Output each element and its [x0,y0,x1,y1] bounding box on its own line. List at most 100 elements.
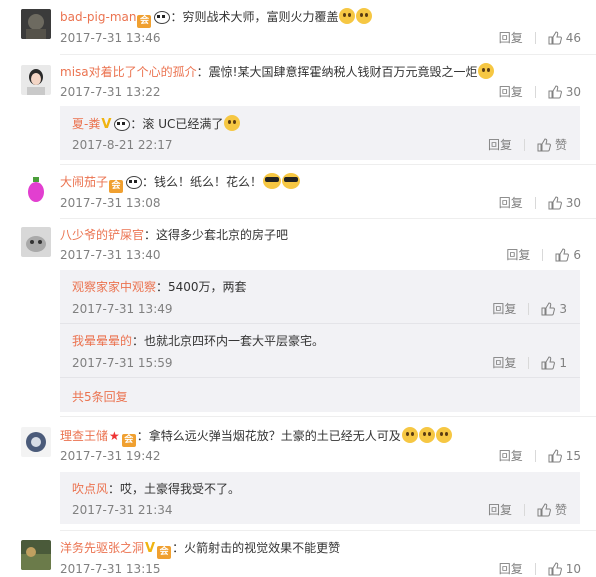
like-button[interactable]: 3 [541,301,567,317]
divider [534,450,536,462]
comment-author[interactable]: 八少爷的铲屎官 [60,228,144,242]
divider [60,54,596,55]
divider [523,504,525,516]
reply-button[interactable]: 回复 [499,561,523,577]
vip-badge-icon: 会 [121,434,136,447]
panda-emoji-icon [125,174,143,189]
comment-text: ：震惊!某大国肆意挥霍纳税人钱财百万元竟毁之一炬 [196,65,478,79]
sunglasses-emoji-icon [263,173,282,189]
like-button[interactable]: 30 [548,84,581,100]
smile-emoji-icon [478,63,495,79]
panda-emoji-icon [153,9,171,24]
divider [528,303,530,315]
like-count: 6 [573,248,581,262]
divider [534,32,536,44]
like-label: 赞 [554,503,567,517]
like-button[interactable]: 6 [555,247,581,263]
vip-badge-icon: 会 [109,180,124,193]
reply-button[interactable]: 回复 [499,195,523,211]
reply-button[interactable]: 回复 [506,247,530,263]
divider [534,197,536,209]
comment-author[interactable]: misa对着比了个心的孤介 [60,65,197,79]
reply-author[interactable]: 我晕晕晕的 [72,334,132,348]
divider [534,86,536,98]
comment-time: 2017-7-31 13:46 [60,31,161,45]
comment-author[interactable]: bad-pig-man [60,10,136,24]
vip-badge-icon: 会 [137,15,152,28]
emoji-icon [356,8,373,24]
thumb-up-icon [555,248,570,262]
reply-button[interactable]: 回复 [492,301,516,317]
emoji-icon [339,8,356,24]
sunglasses-emoji-icon [282,173,301,189]
reply-button[interactable]: 回复 [499,448,523,464]
emoji-icon [418,427,435,443]
comment-time: 2017-7-31 13:15 [60,562,161,576]
thumb-up-icon [548,196,562,210]
reply-text: ：滚 UC已经满了 [130,117,224,131]
avatar[interactable] [21,427,51,457]
like-count: 1 [559,356,567,370]
like-button[interactable]: 赞 [537,137,567,153]
reply-text: ：哎，土豪得我受不了。 [108,482,241,496]
reply-item: 观察家家中观察：5400万，两套 2017-7-31 13:49 回复 3 [60,270,580,324]
reply-author[interactable]: 吹点风 [72,482,108,496]
more-replies-link[interactable]: 共5条回复 [72,388,128,405]
like-count: 30 [565,196,581,210]
emoji-icon [435,427,452,443]
reply-text: ：也就北京四环内一套大平层豪宅。 [132,334,325,348]
reply-button[interactable]: 回复 [499,30,523,46]
comment-time: 2017-7-31 13:08 [60,196,161,210]
comment-author[interactable]: 洋务先驱张之洞 [60,541,144,555]
reply-time: 2017-8-21 22:17 [72,138,173,152]
star-badge-icon: ★ [109,429,120,443]
comment-time: 2017-7-31 13:22 [60,85,161,99]
reply-button[interactable]: 回复 [488,502,512,518]
thumb-up-icon [541,356,556,370]
reply-list: 夏-粪V ：滚 UC已经满了 2017-8-21 22:17 回复 赞 [60,106,580,160]
avatar[interactable] [21,65,51,95]
like-button[interactable]: 1 [541,355,567,371]
avatar[interactable] [21,175,51,205]
verified-badge-icon: V [145,541,156,556]
reply-time: 2017-7-31 13:49 [72,302,173,316]
avatar[interactable] [21,9,51,39]
divider [60,530,596,531]
reply-button[interactable]: 回复 [488,137,512,153]
reply-list: 吹点风：哎，土豪得我受不了。 2017-7-31 21:34 回复 赞 [60,472,580,524]
like-count: 30 [565,85,581,99]
reply-time: 2017-7-31 21:34 [72,503,173,517]
thumb-up-icon [548,31,562,45]
comment-author[interactable]: 理查王储 [60,429,108,443]
reply-item: 我晕晕晕的：也就北京四环内一套大平层豪宅。 2017-7-31 15:59 回复… [60,324,580,378]
divider [528,357,530,369]
thumb-up-icon [548,449,562,463]
like-label: 赞 [554,138,567,152]
thumb-up-icon [537,138,551,152]
comment-text: ：钱么！纸么！花么！ [142,175,263,189]
like-button[interactable]: 46 [548,30,581,46]
emoji-icon [401,427,418,443]
like-count: 46 [565,31,581,45]
comment-time: 2017-7-31 19:42 [60,449,161,463]
comment-time: 2017-7-31 13:40 [60,248,161,262]
emoji-icon [224,115,241,131]
like-button[interactable]: 15 [548,448,581,464]
reply-text: ：5400万，两套 [156,280,247,294]
like-count: 15 [565,449,581,463]
avatar[interactable] [21,227,51,257]
like-button[interactable]: 10 [548,561,581,577]
reply-button[interactable]: 回复 [499,84,523,100]
like-button[interactable]: 30 [548,195,581,211]
comment-text: ：火箭射击的视觉效果不能更赞 [172,541,341,555]
reply-author[interactable]: 观察家家中观察 [72,280,156,294]
avatar[interactable] [21,540,51,570]
like-button[interactable]: 赞 [537,502,567,518]
verified-badge-icon: V [101,117,112,132]
reply-button[interactable]: 回复 [492,355,516,371]
comment-author[interactable]: 大闹茄子 [60,175,108,189]
reply-author[interactable]: 夏-粪 [72,117,100,131]
panda-emoji-icon [113,116,131,131]
divider [60,218,596,219]
divider [60,164,596,165]
